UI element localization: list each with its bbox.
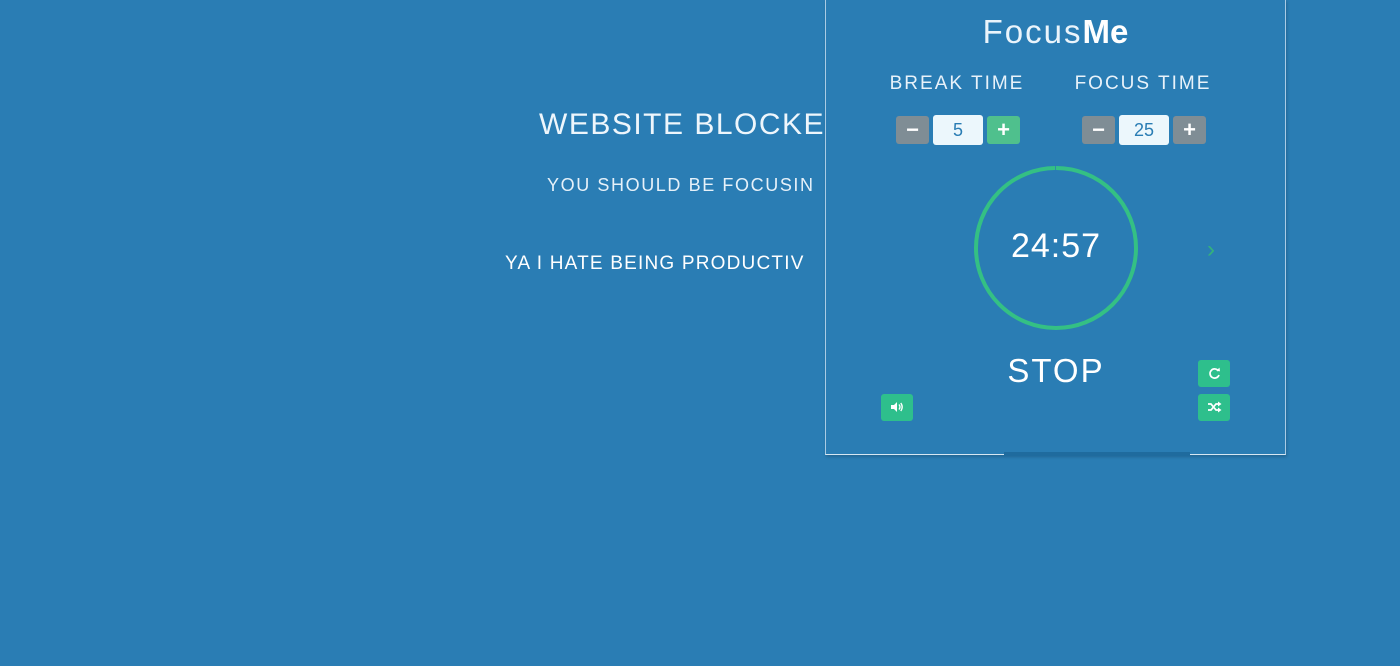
app-logo: FocusMe: [826, 13, 1285, 51]
chevron-right-icon[interactable]: ›: [1207, 236, 1215, 264]
break-time-setting: BREAK TIME − 5 +: [867, 73, 1047, 145]
break-time-value[interactable]: 5: [933, 115, 983, 145]
focus-time-label: FOCUS TIME: [1074, 73, 1212, 94]
shuffle-icon[interactable]: [1198, 394, 1230, 421]
logo-bold-text: Me: [1082, 13, 1129, 50]
volume-icon[interactable]: [881, 394, 913, 421]
stop-button[interactable]: STOP: [974, 352, 1138, 390]
refresh-icon[interactable]: [1198, 360, 1230, 387]
logo-light-text: Focus: [982, 13, 1083, 50]
focus-time-value[interactable]: 25: [1119, 115, 1169, 145]
break-increase-button[interactable]: +: [987, 116, 1020, 144]
timer-display: 24:57: [1010, 227, 1102, 265]
page: WEBSITE BLOCKE YOU SHOULD BE FOCUSIN YA …: [0, 0, 1400, 666]
break-time-label: BREAK TIME: [889, 73, 1025, 94]
hate-productive-link[interactable]: YA I HATE BEING PRODUCTIV: [505, 253, 805, 275]
focusme-popup: FocusMe BREAK TIME − 5 + FOCUS TIME − 25…: [825, 0, 1286, 456]
break-time-stepper: − 5 +: [896, 115, 1021, 145]
focus-decrease-button[interactable]: −: [1082, 116, 1115, 144]
focus-time-stepper: − 25 +: [1082, 115, 1207, 145]
break-decrease-button[interactable]: −: [896, 116, 929, 144]
blocked-subtitle: YOU SHOULD BE FOCUSIN: [547, 175, 815, 195]
focus-time-setting: FOCUS TIME − 25 +: [1053, 73, 1233, 145]
blocked-title: WEBSITE BLOCKE: [539, 108, 826, 141]
popup-bottom-bar: [1004, 452, 1190, 456]
focus-increase-button[interactable]: +: [1173, 116, 1206, 144]
